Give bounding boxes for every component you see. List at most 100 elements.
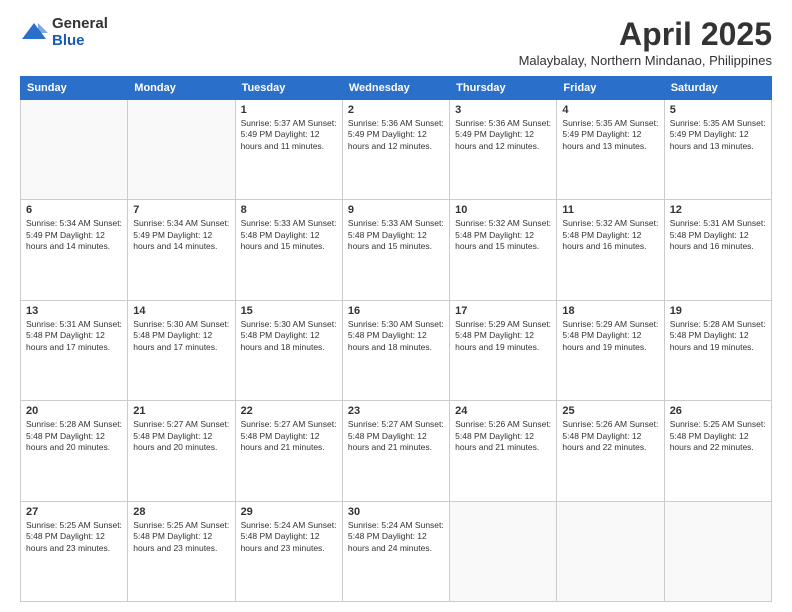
calendar-week-4: 20 Sunrise: 5:28 AM Sunset: 5:48 PM Dayli… [21,401,772,501]
cell-sun-data: Sunrise: 5:33 AM Sunset: 5:48 PM Dayligh… [241,218,337,252]
day-number: 6 [26,204,122,216]
title-location: Malaybalay, Northern Mindanao, Philippin… [519,53,772,68]
cell-sun-data: Sunrise: 5:28 AM Sunset: 5:48 PM Dayligh… [26,419,122,453]
calendar-cell: 10 Sunrise: 5:32 AM Sunset: 5:48 PM Dayli… [450,200,557,300]
cell-sun-data: Sunrise: 5:30 AM Sunset: 5:48 PM Dayligh… [348,319,444,353]
day-number: 20 [26,405,122,417]
day-number: 13 [26,305,122,317]
logo-text: General Blue [52,16,108,49]
calendar-cell: 23Sunrise: 5:27 AM Sunset: 5:48 PM Dayli… [342,401,449,501]
day-number: 8 [241,204,337,216]
page-header: General Blue April 2025 Malaybalay, Nort… [20,16,772,68]
cell-sun-data: Sunrise: 5:28 AM Sunset: 5:48 PM Dayligh… [670,319,766,353]
day-number: 14 [133,305,229,317]
calendar-cell: 17 Sunrise: 5:29 AM Sunset: 5:48 PM Dayli… [450,300,557,400]
calendar-cell: 24 Sunrise: 5:26 AM Sunset: 5:48 PM Dayli… [450,401,557,501]
calendar-cell: 26Sunrise: 5:25 AM Sunset: 5:48 PM Dayli… [664,401,771,501]
calendar-cell [664,501,771,601]
cell-sun-data: Sunrise: 5:30 AM Sunset: 5:48 PM Dayligh… [133,319,229,353]
cell-sun-data: Sunrise: 5:26 AM Sunset: 5:48 PM Dayligh… [455,419,551,453]
weekday-header-wednesday: Wednesday [342,77,449,100]
calendar-cell: 14 Sunrise: 5:30 AM Sunset: 5:48 PM Dayli… [128,300,235,400]
calendar-cell: 3 Sunrise: 5:36 AM Sunset: 5:49 PM Daylig… [450,100,557,200]
calendar-cell: 30Sunrise: 5:24 AM Sunset: 5:48 PM Dayli… [342,501,449,601]
day-number: 26 [670,405,766,417]
calendar-cell: 5 Sunrise: 5:35 AM Sunset: 5:49 PM Daylig… [664,100,771,200]
cell-sun-data: Sunrise: 5:29 AM Sunset: 5:48 PM Dayligh… [455,319,551,353]
calendar-cell: 20 Sunrise: 5:28 AM Sunset: 5:48 PM Dayli… [21,401,128,501]
weekday-header-sunday: Sunday [21,77,128,100]
calendar-cell: 25 Sunrise: 5:26 AM Sunset: 5:48 PM Dayli… [557,401,664,501]
calendar-week-2: 6 Sunrise: 5:34 AM Sunset: 5:49 PM Daylig… [21,200,772,300]
logo: General Blue [20,16,108,49]
day-number: 25 [562,405,658,417]
day-number: 5 [670,104,766,116]
day-number: 1 [241,104,337,116]
cell-sun-data: Sunrise: 5:32 AM Sunset: 5:48 PM Dayligh… [455,218,551,252]
logo-general: General [52,16,108,33]
calendar-cell: 22 Sunrise: 5:27 AM Sunset: 5:48 PM Dayli… [235,401,342,501]
cell-sun-data: Sunrise: 5:30 AM Sunset: 5:48 PM Dayligh… [241,319,337,353]
day-number: 2 [348,104,444,116]
day-number: 4 [562,104,658,116]
calendar-cell: 7 Sunrise: 5:34 AM Sunset: 5:49 PM Daylig… [128,200,235,300]
calendar-cell [450,501,557,601]
day-number: 22 [241,405,337,417]
cell-sun-data: Sunrise: 5:37 AM Sunset: 5:49 PM Dayligh… [241,118,337,152]
cell-sun-data: Sunrise: 5:32 AM Sunset: 5:48 PM Dayligh… [562,218,658,252]
day-number: 17 [455,305,551,317]
cell-sun-data: Sunrise: 5:35 AM Sunset: 5:49 PM Dayligh… [562,118,658,152]
title-month-year: April 2025 [519,16,772,53]
calendar-week-5: 27 Sunrise: 5:25 AM Sunset: 5:48 PM Dayli… [21,501,772,601]
cell-sun-data: Sunrise: 5:36 AM Sunset: 5:49 PM Dayligh… [455,118,551,152]
cell-sun-data: Sunrise: 5:26 AM Sunset: 5:48 PM Dayligh… [562,419,658,453]
logo-blue: Blue [52,33,108,50]
day-number: 10 [455,204,551,216]
weekday-header-monday: Monday [128,77,235,100]
weekday-header-friday: Friday [557,77,664,100]
calendar-cell: 1 Sunrise: 5:37 AM Sunset: 5:49 PM Daylig… [235,100,342,200]
day-number: 19 [670,305,766,317]
weekday-header-tuesday: Tuesday [235,77,342,100]
day-number: 27 [26,506,122,518]
cell-sun-data: Sunrise: 5:36 AM Sunset: 5:49 PM Dayligh… [348,118,444,152]
calendar-cell: 18 Sunrise: 5:29 AM Sunset: 5:48 PM Dayli… [557,300,664,400]
calendar-cell: 28Sunrise: 5:25 AM Sunset: 5:48 PM Dayli… [128,501,235,601]
day-number: 28 [133,506,229,518]
calendar-week-3: 13 Sunrise: 5:31 AM Sunset: 5:48 PM Dayli… [21,300,772,400]
cell-sun-data: Sunrise: 5:27 AM Sunset: 5:48 PM Dayligh… [241,419,337,453]
calendar-cell: 19 Sunrise: 5:28 AM Sunset: 5:48 PM Dayli… [664,300,771,400]
cell-sun-data: Sunrise: 5:31 AM Sunset: 5:48 PM Dayligh… [670,218,766,252]
calendar-week-1: 1 Sunrise: 5:37 AM Sunset: 5:49 PM Daylig… [21,100,772,200]
day-number: 11 [562,204,658,216]
calendar-cell: 16 Sunrise: 5:30 AM Sunset: 5:48 PM Dayli… [342,300,449,400]
cell-sun-data: Sunrise: 5:35 AM Sunset: 5:49 PM Dayligh… [670,118,766,152]
day-number: 30 [348,506,444,518]
day-number: 16 [348,305,444,317]
day-number: 21 [133,405,229,417]
calendar-cell: 8 Sunrise: 5:33 AM Sunset: 5:48 PM Daylig… [235,200,342,300]
calendar-header-row: SundayMondayTuesdayWednesdayThursdayFrid… [21,77,772,100]
day-number: 12 [670,204,766,216]
calendar-cell: 2 Sunrise: 5:36 AM Sunset: 5:49 PM Daylig… [342,100,449,200]
day-number: 18 [562,305,658,317]
calendar-cell [557,501,664,601]
calendar-cell: 9Sunrise: 5:33 AM Sunset: 5:48 PM Daylig… [342,200,449,300]
cell-sun-data: Sunrise: 5:31 AM Sunset: 5:48 PM Dayligh… [26,319,122,353]
day-number: 24 [455,405,551,417]
calendar-cell: 27 Sunrise: 5:25 AM Sunset: 5:48 PM Dayli… [21,501,128,601]
calendar-cell: 6Sunrise: 5:34 AM Sunset: 5:49 PM Daylig… [21,200,128,300]
calendar-cell: 13 Sunrise: 5:31 AM Sunset: 5:48 PM Dayli… [21,300,128,400]
calendar-cell: 4 Sunrise: 5:35 AM Sunset: 5:49 PM Daylig… [557,100,664,200]
day-number: 29 [241,506,337,518]
day-number: 7 [133,204,229,216]
calendar-cell [21,100,128,200]
day-number: 3 [455,104,551,116]
cell-sun-data: Sunrise: 5:29 AM Sunset: 5:48 PM Dayligh… [562,319,658,353]
cell-sun-data: Sunrise: 5:24 AM Sunset: 5:48 PM Dayligh… [241,520,337,554]
cell-sun-data: Sunrise: 5:25 AM Sunset: 5:48 PM Dayligh… [26,520,122,554]
calendar-cell: 21Sunrise: 5:27 AM Sunset: 5:48 PM Dayli… [128,401,235,501]
cell-sun-data: Sunrise: 5:34 AM Sunset: 5:49 PM Dayligh… [133,218,229,252]
calendar-cell: 15Sunrise: 5:30 AM Sunset: 5:48 PM Dayli… [235,300,342,400]
weekday-header-thursday: Thursday [450,77,557,100]
